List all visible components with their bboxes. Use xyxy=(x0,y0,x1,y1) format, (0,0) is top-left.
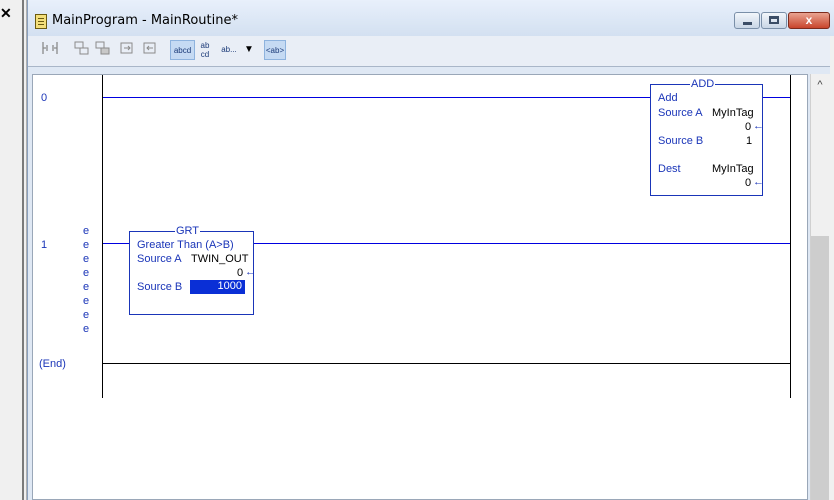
error-marker: e xyxy=(83,253,90,265)
window-edge xyxy=(830,36,834,500)
scroll-up-icon[interactable]: ^ xyxy=(810,76,830,94)
value-arrow-icon: ← xyxy=(245,266,256,278)
grt-source-a-label: Source A xyxy=(137,253,182,265)
close-icon[interactable]: ✕ xyxy=(0,6,14,20)
ab-dots-view-button[interactable]: ab... xyxy=(218,40,240,60)
add-source-b-value[interactable]: 1 xyxy=(746,135,752,147)
ladder-editor[interactable]: 0 ADD Add Source A MyInTag 0 ← Source B … xyxy=(32,74,808,500)
rung-0-wire xyxy=(103,97,651,98)
rung-icon[interactable] xyxy=(40,40,60,60)
add-dest-label: Dest xyxy=(658,163,681,175)
maximize-icon xyxy=(769,16,779,24)
value-arrow-icon: ← xyxy=(753,120,764,132)
grt-source-b-label: Source B xyxy=(137,281,183,293)
routine-window: MainProgram - MainRoutine* x abcd ab cd … xyxy=(27,0,834,500)
error-marker: e xyxy=(83,309,90,321)
add-source-a-tag[interactable]: MyInTag xyxy=(712,107,754,119)
left-panel-edge xyxy=(0,0,24,500)
grt-title: GRT xyxy=(175,225,201,237)
rung-1-wire-left xyxy=(103,243,130,244)
error-marker: e xyxy=(83,281,90,293)
error-marker: e xyxy=(83,323,90,335)
ab-angle-view-button[interactable]: <ab> xyxy=(264,40,286,60)
title-bar[interactable]: MainProgram - MainRoutine* x xyxy=(28,0,834,36)
branch-level-icon[interactable] xyxy=(94,40,112,60)
ladder-toolbar: abcd ab cd ab... ▼ <ab> xyxy=(28,36,834,67)
abcd-view-button[interactable]: abcd xyxy=(170,40,195,60)
rung-0-wire-right xyxy=(763,97,790,98)
right-power-rail xyxy=(790,75,791,398)
rung-1-wire xyxy=(254,243,790,244)
window-title: MainProgram - MainRoutine* xyxy=(52,13,238,28)
error-marker: e xyxy=(83,295,90,307)
close-button[interactable]: x xyxy=(788,12,830,29)
left-power-rail xyxy=(102,75,103,398)
error-marker: e xyxy=(83,239,90,251)
add-title: ADD xyxy=(690,78,716,90)
ab-cd-view-button[interactable]: ab cd xyxy=(198,40,212,61)
routine-icon xyxy=(35,14,47,29)
minimize-icon xyxy=(743,22,752,25)
grt-name: Greater Than (A>B) xyxy=(137,239,234,251)
grt-instruction[interactable]: GRT Greater Than (A>B) Source A TWIN_OUT… xyxy=(129,225,256,315)
chevron-down-icon[interactable]: ▼ xyxy=(242,40,256,60)
maximize-button[interactable] xyxy=(761,12,787,29)
add-name: Add xyxy=(658,92,678,104)
end-rung-label: (End) xyxy=(39,358,66,370)
close-icon: x xyxy=(805,13,813,27)
add-dest-value: 0 xyxy=(745,177,752,189)
xic-icon[interactable] xyxy=(118,40,136,60)
minimize-button[interactable] xyxy=(734,12,760,29)
add-source-a-label: Source A xyxy=(658,107,703,119)
panel-divider xyxy=(22,0,24,500)
value-arrow-icon: ← xyxy=(753,176,764,188)
add-instruction[interactable]: ADD Add Source A MyInTag 0 ← Source B 1 … xyxy=(650,78,764,196)
grt-source-b-value[interactable]: 1000 xyxy=(190,280,245,294)
add-source-b-label: Source B xyxy=(658,135,704,147)
grt-source-a-value: 0 xyxy=(237,267,244,279)
scrollbar-thumb[interactable] xyxy=(811,236,829,500)
end-rung-wire xyxy=(103,363,790,364)
xio-icon[interactable] xyxy=(141,40,159,60)
add-source-a-value: 0 xyxy=(745,121,752,133)
rung-number[interactable]: 1 xyxy=(41,239,47,251)
error-marker: e xyxy=(83,267,90,279)
error-marker: e xyxy=(83,225,90,237)
add-dest-tag[interactable]: MyInTag xyxy=(712,163,754,175)
grt-source-a-tag[interactable]: TWIN_OUT xyxy=(191,253,248,265)
branch-icon[interactable] xyxy=(73,40,91,60)
rung-number[interactable]: 0 xyxy=(41,92,47,104)
